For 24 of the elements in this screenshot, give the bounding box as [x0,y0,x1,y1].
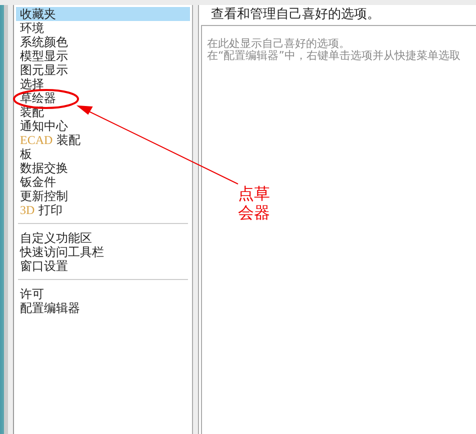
sidebar-item[interactable]: 图元显示 [16,63,190,77]
sidebar-item[interactable]: 配置编辑器 [16,301,190,315]
sidebar-item[interactable]: 模型显示 [16,49,190,63]
sidebar-item[interactable]: 系统颜色 [16,35,190,49]
sidebar-item[interactable]: ECAD 装配 [16,133,190,147]
sidebar-item[interactable]: 自定义功能区 [16,231,190,245]
annotation-text: 点草 [238,184,270,203]
sidebar-item[interactable]: 收藏夹 [16,7,190,21]
panel-heading: 查看和管理自己喜好的选项。 [210,6,381,24]
sidebar-item[interactable]: 环境 [16,21,190,35]
sidebar-item[interactable]: 通知中心 [16,119,190,133]
hint-text: 在“配置编辑器”中，右键单击选项并从快捷菜单选取 [207,50,462,62]
sidebar-item[interactable]: 3D 打印 [16,203,190,217]
sidebar-item[interactable]: 许可 [16,287,190,301]
sidebar-item[interactable]: 选择 [16,77,190,91]
sidebar-item[interactable]: 窗口设置 [16,259,190,273]
sidebar-item[interactable]: 快速访问工具栏 [16,245,190,259]
sidebar-item[interactable]: 钣金件 [16,175,190,189]
annotation-text: 会器 [238,203,270,222]
sidebar-item[interactable]: 板 [16,147,190,161]
sidebar-item[interactable]: 更新控制 [16,189,190,203]
splitter[interactable] [192,5,199,434]
sidebar-item[interactable]: 数据交换 [16,161,190,175]
hint-text: 在此处显示自己喜好的选项。 [207,38,351,50]
